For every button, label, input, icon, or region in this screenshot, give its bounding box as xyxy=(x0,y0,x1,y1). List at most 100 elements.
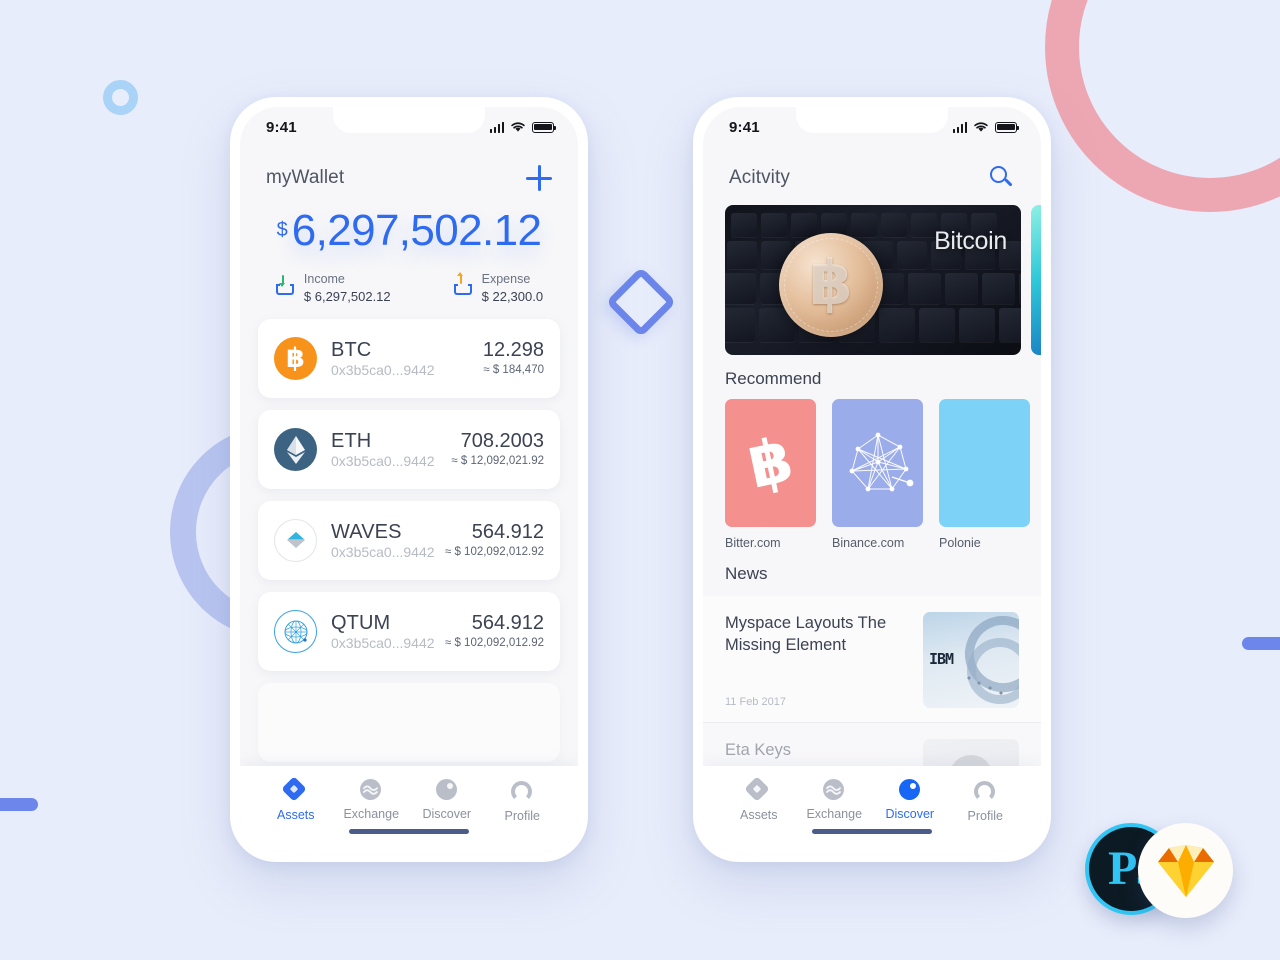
hero-card-next[interactable] xyxy=(1031,205,1041,355)
sketch-badge xyxy=(1138,823,1233,918)
wifi-icon xyxy=(511,122,525,132)
asset-fiat-value: ≈ $ 102,092,012.92 xyxy=(444,637,544,650)
asset-symbol: BTC xyxy=(331,338,372,361)
phone-notch xyxy=(333,107,485,133)
tab-assets[interactable]: Assets xyxy=(258,776,334,823)
hero-carousel[interactable]: ฿ Bitcoin xyxy=(703,195,1041,355)
waves-coin-icon xyxy=(274,519,317,563)
table-row[interactable]: WAVES 0x3b5ca0...9442 564.912 ≈ $ 102,09… xyxy=(258,501,560,581)
bottom-tab-bar[interactable]: Assets Exchange Discover Profile xyxy=(703,766,1041,852)
income-label: Income xyxy=(303,272,345,286)
poloniex-logo-icon xyxy=(939,399,1030,527)
list-item[interactable]: Binance.com xyxy=(832,399,923,550)
tab-label: Discover xyxy=(885,807,935,821)
asset-symbol: QTUM xyxy=(331,611,391,634)
decorative-bar-left xyxy=(0,798,38,811)
income-summary: Income $ 6,297,502.12 xyxy=(275,271,391,305)
list-item[interactable]: Myspace Layouts The Missing Element 11 F… xyxy=(703,596,1041,723)
upload-tray-icon xyxy=(453,271,473,295)
list-item[interactable]: Polonie xyxy=(939,399,1030,550)
decorative-diamond-icon xyxy=(605,266,677,338)
discover-app-bar: Acitvity xyxy=(703,147,1041,195)
bitcoin-coin-icon: ฿ xyxy=(274,337,317,381)
table-row[interactable]: ETH 0x3b5ca0...9442 708.2003 ≈ $ 12,092,… xyxy=(258,410,560,490)
expense-label: Expense xyxy=(481,272,531,286)
signal-bars-icon xyxy=(952,121,967,133)
sketch-gem-icon xyxy=(1157,844,1214,897)
expense-summary: Expense $ 22,300.0 xyxy=(453,271,543,305)
canvas: 9:41 myWallet $ 6,297,502.12 Income $ 6,… xyxy=(0,0,1280,960)
page-title: myWallet xyxy=(266,167,345,188)
tab-label: Exchange xyxy=(806,807,863,821)
recommend-row[interactable]: ฿ Bitter.com Binance.com Polonie xyxy=(703,399,1041,550)
tab-label: Profile xyxy=(504,809,540,823)
recommend-label: Bitter.com xyxy=(725,536,781,550)
assets-diamond-icon xyxy=(744,776,770,802)
table-row[interactable]: QTUM 0x3b5ca0...9442 564.912 ≈ $ 102,092… xyxy=(258,592,560,672)
hero-card-bitcoin[interactable]: ฿ Bitcoin xyxy=(725,205,1021,355)
tab-profile[interactable]: Profile xyxy=(485,778,561,823)
recommend-label: Polonie xyxy=(939,536,981,550)
currency-symbol: $ xyxy=(276,219,288,241)
discover-compass-icon xyxy=(898,779,921,801)
table-row[interactable]: ฿ BTC 0x3b5ca0...9442 12.298 ≈ $ 184,470 xyxy=(258,319,560,399)
tab-exchange[interactable]: Exchange xyxy=(797,778,873,823)
balance-value: 6,297,502.12 xyxy=(291,206,542,255)
expense-value: $ 22,300.0 xyxy=(481,288,544,304)
asset-symbol: WAVES xyxy=(331,520,402,543)
wifi-icon xyxy=(974,122,988,132)
tab-label: Exchange xyxy=(343,807,400,821)
tab-discover[interactable]: Discover xyxy=(409,778,485,823)
bitter-logo-icon: ฿ xyxy=(725,399,816,527)
news-title: Eta Keys xyxy=(725,741,792,759)
wallet-app-bar: myWallet xyxy=(240,147,578,195)
signal-bars-icon xyxy=(489,121,504,133)
download-tray-icon xyxy=(275,275,295,295)
asset-fiat-value: ≈ $ 184,470 xyxy=(483,364,544,377)
binance-logo-icon xyxy=(832,399,923,527)
profile-person-icon xyxy=(974,781,996,803)
list-item[interactable]: ฿ Bitter.com xyxy=(725,399,816,550)
income-value: $ 6,297,502.12 xyxy=(303,288,391,304)
search-icon[interactable] xyxy=(989,165,1015,191)
phone-mockup-discover: 9:41 Acitvity ฿ Bitcoin Recommend ฿ Bitt… xyxy=(693,97,1051,862)
add-wallet-button[interactable] xyxy=(526,165,552,191)
status-icons xyxy=(489,121,557,133)
status-clock: 9:41 xyxy=(729,118,760,136)
home-indicator[interactable] xyxy=(349,829,469,834)
decorative-pink-ring xyxy=(1045,0,1280,212)
tool-badges: Ps xyxy=(1085,823,1235,918)
asset-list[interactable]: ฿ BTC 0x3b5ca0...9442 12.298 ≈ $ 184,470 xyxy=(240,311,578,763)
page-title: Acitvity xyxy=(729,167,790,188)
tab-label: Assets xyxy=(276,808,315,822)
hero-caption: Bitcoin xyxy=(934,227,1007,255)
asset-amount: 564.912 xyxy=(471,612,544,635)
tab-assets[interactable]: Assets xyxy=(721,776,797,823)
home-indicator[interactable] xyxy=(812,829,932,834)
tab-label: Profile xyxy=(967,809,1003,823)
asset-fiat-value: ≈ $ 12,092,021.92 xyxy=(451,455,544,468)
asset-address: 0x3b5ca0...9442 xyxy=(331,634,435,651)
asset-address: 0x3b5ca0...9442 xyxy=(331,543,435,560)
tab-profile[interactable]: Profile xyxy=(948,778,1024,823)
tab-exchange[interactable]: Exchange xyxy=(334,778,410,823)
asset-symbol: ETH xyxy=(331,429,372,452)
bottom-tab-bar[interactable]: Assets Exchange Discover Profile xyxy=(240,766,578,852)
recommend-heading: Recommend xyxy=(725,369,822,388)
news-title: Myspace Layouts The Missing Element xyxy=(725,614,887,655)
tab-label: Discover xyxy=(422,807,472,821)
profile-person-icon xyxy=(511,781,533,803)
tab-discover[interactable]: Discover xyxy=(872,778,948,823)
balance-amount-group: $ 6,297,502.12 xyxy=(277,209,542,253)
ethereum-coin-icon xyxy=(274,428,317,472)
news-thumbnail: IBM xyxy=(923,612,1019,708)
table-row[interactable] xyxy=(258,683,560,763)
exchange-wave-icon xyxy=(823,779,845,801)
news-heading: News xyxy=(725,564,768,583)
status-clock: 9:41 xyxy=(266,118,297,136)
decorative-blue-ring xyxy=(103,80,138,115)
asset-amount: 12.298 xyxy=(482,339,544,362)
phone-notch xyxy=(796,107,948,133)
discover-screen: 9:41 Acitvity ฿ Bitcoin Recommend ฿ Bitt… xyxy=(703,107,1041,852)
assets-diamond-icon xyxy=(281,776,307,802)
